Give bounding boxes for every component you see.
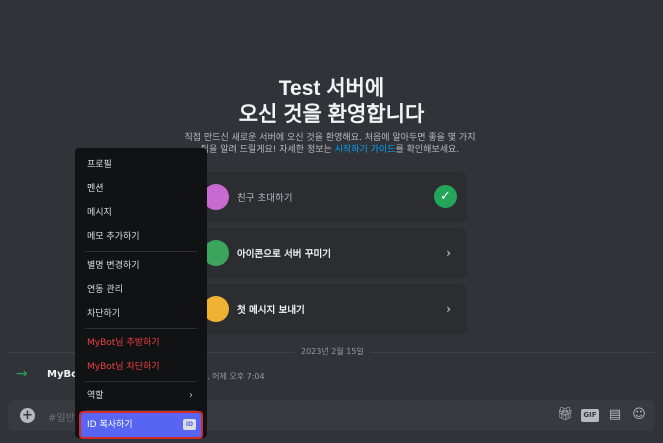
getting-started-link[interactable]: 시작하기 가이드 <box>335 145 396 155</box>
menu-item-roles[interactable]: 역할 › <box>81 384 201 408</box>
user-context-menu: 프로필 멘션 메시지 메모 추가하기 별명 변경하기 연동 관리 차단하기 My… <box>75 148 207 439</box>
menu-separator <box>85 251 197 252</box>
menu-item-copy-id-label: ID 복사하기 <box>87 420 133 430</box>
menu-item-profile[interactable]: 프로필 <box>81 153 201 177</box>
menu-item-kick[interactable]: MyBot님 추방하기 <box>81 331 201 355</box>
menu-separator <box>85 381 197 382</box>
menu-item-ban[interactable]: MyBot님 차단하기 <box>81 355 201 379</box>
card-customize-icon[interactable]: 아이콘으로 서버 꾸미기 › <box>195 228 467 278</box>
menu-item-copy-id[interactable]: ID 복사하기 ID <box>79 411 203 439</box>
date-label: 2023년 2월 15일 <box>295 346 370 357</box>
menu-item-change-nickname[interactable]: 별명 변경하기 <box>81 254 201 278</box>
sticker-icon[interactable]: ▤ <box>607 407 623 423</box>
menu-item-manage-integrations[interactable]: 연동 관리 <box>81 278 201 302</box>
welcome-header: Test 서버에 오신 것을 환영합니다 직접 만드신 새로운 서버에 오신 것… <box>0 76 663 155</box>
message-input-placeholder[interactable]: #일반 <box>48 409 75 424</box>
id-badge-icon: ID <box>183 419 196 430</box>
gif-icon[interactable]: GIF <box>581 408 599 422</box>
join-arrow-icon: → <box>16 366 28 382</box>
menu-item-message[interactable]: 메시지 <box>81 201 201 225</box>
add-attachment-icon[interactable]: + <box>20 408 35 423</box>
welcome-desc-part2: 를 확인해보세요. <box>395 145 460 155</box>
gift-icon[interactable]: 🎁︎ <box>557 407 574 423</box>
join-username[interactable]: MyBo <box>47 369 78 380</box>
chevron-right-icon: › <box>446 246 451 260</box>
emoji-icon[interactable]: ☺ <box>631 407 647 423</box>
welcome-description: 직접 만드신 새로운 서버에 오신 것을 환영해요. 처음에 알아두면 좋을 몇… <box>180 132 480 156</box>
card-label: 첫 메시지 보내기 <box>237 305 305 316</box>
menu-separator <box>85 328 197 329</box>
card-label: 친구 초대하기 <box>237 193 293 204</box>
menu-item-add-note[interactable]: 메모 추가하기 <box>81 225 201 249</box>
card-label: 아이콘으로 서버 꾸미기 <box>237 249 332 260</box>
chevron-right-icon: › <box>189 390 193 401</box>
menu-item-mention[interactable]: 멘션 <box>81 177 201 201</box>
menu-item-block[interactable]: 차단하기 <box>81 302 201 326</box>
card-first-message[interactable]: 첫 메시지 보내기 › <box>195 284 467 334</box>
join-timestamp: , 어제 오후 7:04 <box>207 372 265 381</box>
menu-separator <box>85 410 197 411</box>
chevron-right-icon: › <box>446 302 451 316</box>
welcome-title-line1: Test 서버에 <box>278 77 385 100</box>
menu-item-roles-label: 역할 <box>87 391 104 401</box>
composer-tools: 🎁︎ GIF ▤ ☺ <box>557 407 647 423</box>
welcome-title-line2: 오신 것을 환영합니다 <box>238 103 425 126</box>
checkmark-icon: ✓ <box>434 185 457 208</box>
card-invite-friends[interactable]: 친구 초대하기 ✓ <box>195 172 467 222</box>
